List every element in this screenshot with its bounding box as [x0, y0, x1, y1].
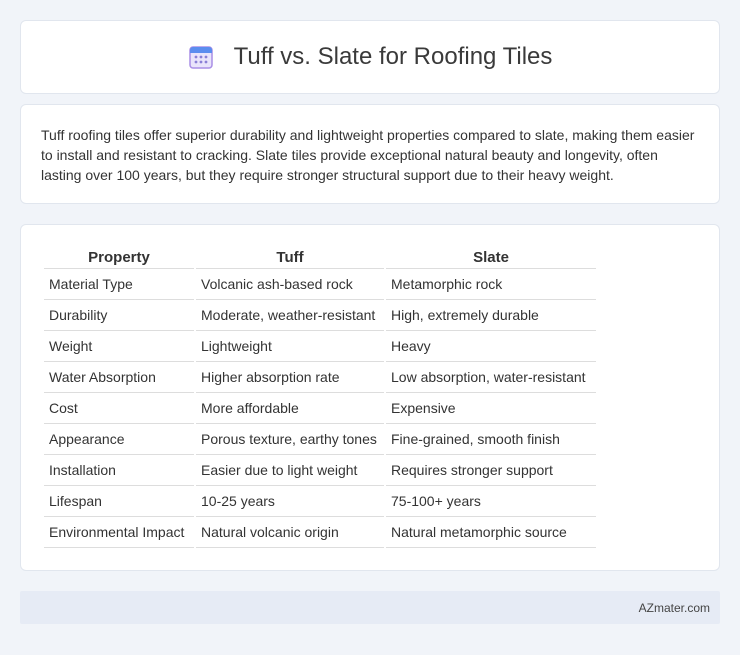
title-card: Tuff vs. Slate for Roofing Tiles: [20, 20, 720, 94]
header-tuff: Tuff: [196, 247, 384, 269]
cell-property: Lifespan: [44, 486, 194, 517]
cell-property: Material Type: [44, 269, 194, 300]
table-row: Weight Lightweight Heavy: [44, 331, 596, 362]
footer-brand-link[interactable]: AZmater.com: [639, 601, 710, 615]
cell-slate: Requires stronger support: [386, 455, 596, 486]
cell-tuff: More affordable: [196, 393, 384, 424]
cell-property: Weight: [44, 331, 194, 362]
cell-property: Installation: [44, 455, 194, 486]
cell-slate: 75-100+ years: [386, 486, 596, 517]
calendar-icon: [188, 46, 213, 69]
table-row: Installation Easier due to light weight …: [44, 455, 596, 486]
comparison-table-card: Property Tuff Slate Material Type Volcan…: [20, 224, 720, 571]
table-row: Material Type Volcanic ash-based rock Me…: [44, 269, 596, 300]
cell-slate: Expensive: [386, 393, 596, 424]
table-row: Environmental Impact Natural volcanic or…: [44, 517, 596, 548]
cell-slate: Natural metamorphic source: [386, 517, 596, 548]
cell-property: Durability: [44, 300, 194, 331]
summary-text: Tuff roofing tiles offer superior durabi…: [41, 127, 695, 183]
cell-property: Water Absorption: [44, 362, 194, 393]
comparison-table: Property Tuff Slate Material Type Volcan…: [42, 247, 598, 548]
cell-property: Appearance: [44, 424, 194, 455]
page-title: Tuff vs. Slate for Roofing Tiles: [233, 43, 553, 70]
footer: AZmater.com: [20, 591, 720, 624]
cell-tuff: Moderate, weather-resistant: [196, 300, 384, 331]
cell-tuff: Lightweight: [196, 331, 384, 362]
table-row: Appearance Porous texture, earthy tones …: [44, 424, 596, 455]
cell-slate: Fine-grained, smooth finish: [386, 424, 596, 455]
cell-slate: Low absorption, water-resistant: [386, 362, 596, 393]
table-row: Cost More affordable Expensive: [44, 393, 596, 424]
cell-slate: Metamorphic rock: [386, 269, 596, 300]
cell-slate: High, extremely durable: [386, 300, 596, 331]
header-slate: Slate: [386, 247, 596, 269]
table-row: Durability Moderate, weather-resistant H…: [44, 300, 596, 331]
cell-tuff: Porous texture, earthy tones: [196, 424, 384, 455]
cell-property: Cost: [44, 393, 194, 424]
table-header-row: Property Tuff Slate: [44, 247, 596, 269]
cell-tuff: Easier due to light weight: [196, 455, 384, 486]
summary-card: Tuff roofing tiles offer superior durabi…: [20, 104, 720, 204]
cell-tuff: Natural volcanic origin: [196, 517, 384, 548]
table-row: Lifespan 10-25 years 75-100+ years: [44, 486, 596, 517]
cell-tuff: Higher absorption rate: [196, 362, 384, 393]
header-property: Property: [44, 247, 194, 269]
cell-slate: Heavy: [386, 331, 596, 362]
cell-tuff: Volcanic ash-based rock: [196, 269, 384, 300]
table-row: Water Absorption Higher absorption rate …: [44, 362, 596, 393]
cell-property: Environmental Impact: [44, 517, 194, 548]
cell-tuff: 10-25 years: [196, 486, 384, 517]
